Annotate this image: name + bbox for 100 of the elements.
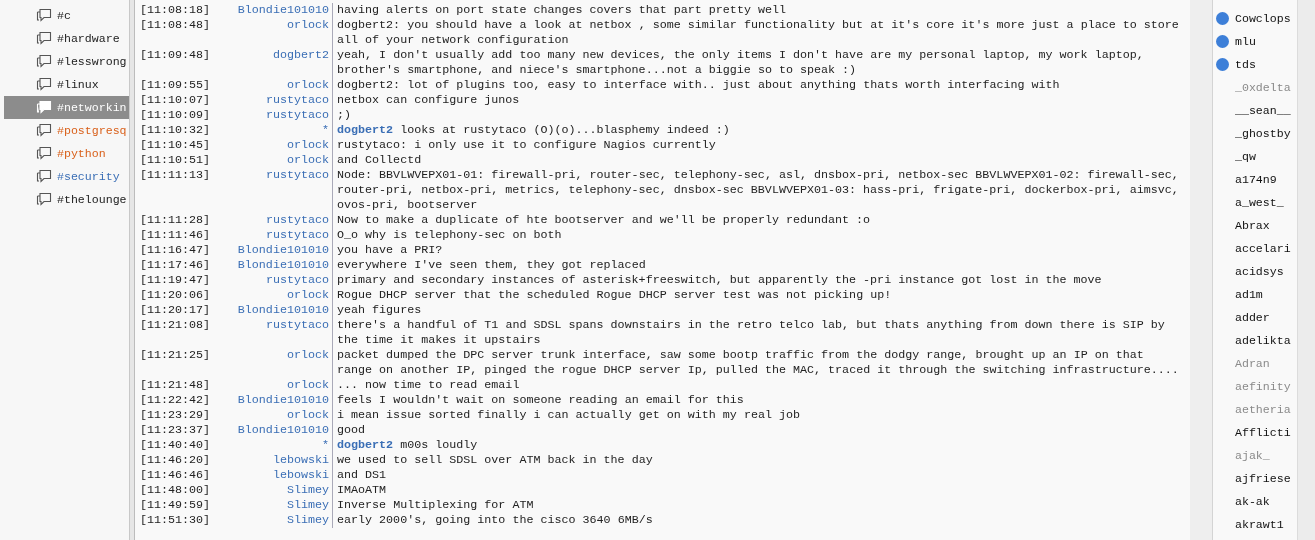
timestamp: [11:11:46] bbox=[140, 228, 212, 243]
nickname: orlock bbox=[285, 408, 330, 423]
nickname: orlock bbox=[285, 378, 330, 393]
nickname: Blondie101010 bbox=[236, 258, 330, 273]
channel-item[interactable]: #hardware bbox=[4, 27, 129, 50]
nickname: Blondie101010 bbox=[236, 423, 330, 438]
message-text: Inverse Multiplexing for ATM bbox=[332, 498, 1183, 513]
timestamp: [11:08:48] bbox=[140, 18, 212, 33]
channel-item[interactable]: #python bbox=[4, 142, 129, 165]
timestamp: [11:21:08] bbox=[140, 318, 212, 333]
chat-bubble-icon bbox=[36, 54, 52, 69]
timestamp: [11:10:45] bbox=[140, 138, 212, 153]
channel-item[interactable]: #lesswrong bbox=[4, 50, 129, 73]
chat-bubble-icon bbox=[36, 77, 52, 92]
timestamp: [11:46:46] bbox=[140, 468, 212, 483]
timestamp: [11:22:42] bbox=[140, 393, 212, 408]
chat-bubble-icon bbox=[36, 31, 52, 46]
timestamp: [11:17:46] bbox=[140, 258, 212, 273]
timestamp: [11:40:40] bbox=[140, 438, 212, 453]
nickname: rustytaco bbox=[264, 318, 330, 333]
user-nick[interactable]: acidsys bbox=[1235, 265, 1284, 278]
timestamp: [11:21:48] bbox=[140, 378, 212, 393]
timestamp: [11:46:20] bbox=[140, 453, 212, 468]
message-text: packet dumped the DPC server trunk interface, saw some bootp traffic from the dodgy range, brought up an IP on that range on another IP, pinged the rogue DHCP server Ip, pulled the MAC, traced it through the switching infrastructure.... bbox=[332, 348, 1183, 378]
action-message: dogbert2 looks at rustytaco (O)(o)...blasphemy indeed :) bbox=[332, 123, 1183, 138]
channel-item[interactable]: #thelounge bbox=[4, 188, 129, 211]
nickname: orlock bbox=[285, 18, 330, 33]
chat-bubble-icon bbox=[36, 123, 52, 138]
message-text: and Collectd bbox=[332, 153, 1183, 168]
user-nick[interactable]: _ghostby bbox=[1235, 127, 1291, 140]
user-nick[interactable]: a174n9 bbox=[1235, 173, 1277, 186]
chat-bubble-icon bbox=[36, 8, 52, 23]
user-nick[interactable]: Afflicti bbox=[1235, 426, 1291, 439]
nickname: rustytaco bbox=[264, 168, 330, 183]
timestamp: [11:09:48] bbox=[140, 48, 212, 63]
timestamp: [11:10:09] bbox=[140, 108, 212, 123]
nickname: orlock bbox=[285, 348, 330, 363]
nickname: rustytaco bbox=[264, 273, 330, 288]
user-nick[interactable]: Cowclops bbox=[1235, 12, 1291, 25]
message-text: i mean issue sorted finally i can actually get on with my real job bbox=[332, 408, 1183, 423]
user-nick[interactable]: mlu bbox=[1235, 35, 1256, 48]
user-nick[interactable]: a_west_ bbox=[1235, 196, 1284, 209]
nickname: lebowski bbox=[271, 468, 330, 483]
message-text: and DS1 bbox=[332, 468, 1183, 483]
message-text: having alerts on port state changes covers that part pretty well bbox=[332, 3, 1183, 18]
channel-item[interactable]: #c bbox=[4, 4, 129, 27]
message-text: you have a PRI? bbox=[332, 243, 1183, 258]
user-nick[interactable]: adelikta bbox=[1235, 334, 1291, 347]
timestamp: [11:49:59] bbox=[140, 498, 212, 513]
timestamp: [11:20:17] bbox=[140, 303, 212, 318]
message-text: primary and secondary instances of asterisk+freeswitch, but apparently the -pri instance got lost in the move bbox=[332, 273, 1183, 288]
timestamp: [11:48:00] bbox=[140, 483, 212, 498]
nickname: Slimey bbox=[285, 498, 330, 513]
nickname: rustytaco bbox=[264, 93, 330, 108]
user-nick[interactable]: adder bbox=[1235, 311, 1270, 324]
nickname: Blondie101010 bbox=[236, 303, 330, 318]
timestamp: [11:21:25] bbox=[140, 348, 212, 363]
user-nick[interactable]: ajfriese bbox=[1235, 472, 1291, 485]
message-text: ... now time to read email bbox=[332, 378, 1183, 393]
message-text: good bbox=[332, 423, 1183, 438]
user-nick[interactable]: tds bbox=[1235, 58, 1256, 71]
user-nick[interactable]: ak-ak bbox=[1235, 495, 1270, 508]
nickname: * bbox=[321, 438, 330, 453]
nickname: orlock bbox=[285, 153, 330, 168]
timestamp: [11:10:32] bbox=[140, 123, 212, 138]
timestamp: [11:11:28] bbox=[140, 213, 212, 228]
nickname: Blondie101010 bbox=[236, 393, 330, 408]
user-nick[interactable]: _qw bbox=[1235, 150, 1256, 163]
channel-item[interactable]: #security bbox=[4, 165, 129, 188]
user-nick[interactable]: akrawt1 bbox=[1235, 518, 1284, 531]
user-nick[interactable]: accelari bbox=[1235, 242, 1291, 255]
channel-item[interactable]: #postgresq bbox=[4, 119, 129, 142]
message-text: netbox can configure junos bbox=[332, 93, 1183, 108]
timestamp: [11:23:37] bbox=[140, 423, 212, 438]
user-nick[interactable]: Abrax bbox=[1235, 219, 1270, 232]
nickname: rustytaco bbox=[264, 228, 330, 243]
user-nick[interactable]: __sean__ bbox=[1235, 104, 1291, 117]
scrollbar[interactable] bbox=[1297, 0, 1315, 540]
channel-item[interactable]: #linux bbox=[4, 73, 129, 96]
user-nick[interactable]: ad1m bbox=[1235, 288, 1263, 301]
chat-bubble-icon bbox=[36, 169, 52, 184]
nickname: dogbert2 bbox=[271, 48, 330, 63]
nickname: orlock bbox=[285, 78, 330, 93]
chat-bubble-icon bbox=[36, 146, 52, 161]
nickname: orlock bbox=[285, 288, 330, 303]
timestamp: [11:20:06] bbox=[140, 288, 212, 303]
timestamp: [11:51:30] bbox=[140, 513, 212, 528]
nickname: lebowski bbox=[271, 453, 330, 468]
timestamp: [11:16:47] bbox=[140, 243, 212, 258]
message-text: rustytaco: i only use it to configure Nagios currently bbox=[332, 138, 1183, 153]
message-text: feels I wouldn't wait on someone reading an email for this bbox=[332, 393, 1183, 408]
nickname: rustytaco bbox=[264, 108, 330, 123]
timestamp: [11:23:29] bbox=[140, 408, 212, 423]
timestamp: [11:10:51] bbox=[140, 153, 212, 168]
message-text: ;) bbox=[332, 108, 1183, 123]
nickname: Blondie101010 bbox=[236, 3, 330, 18]
nickname: * bbox=[321, 123, 330, 138]
chat-bubble-icon bbox=[36, 100, 52, 115]
timestamp: [11:09:55] bbox=[140, 78, 212, 93]
nickname: Blondie101010 bbox=[236, 243, 330, 258]
